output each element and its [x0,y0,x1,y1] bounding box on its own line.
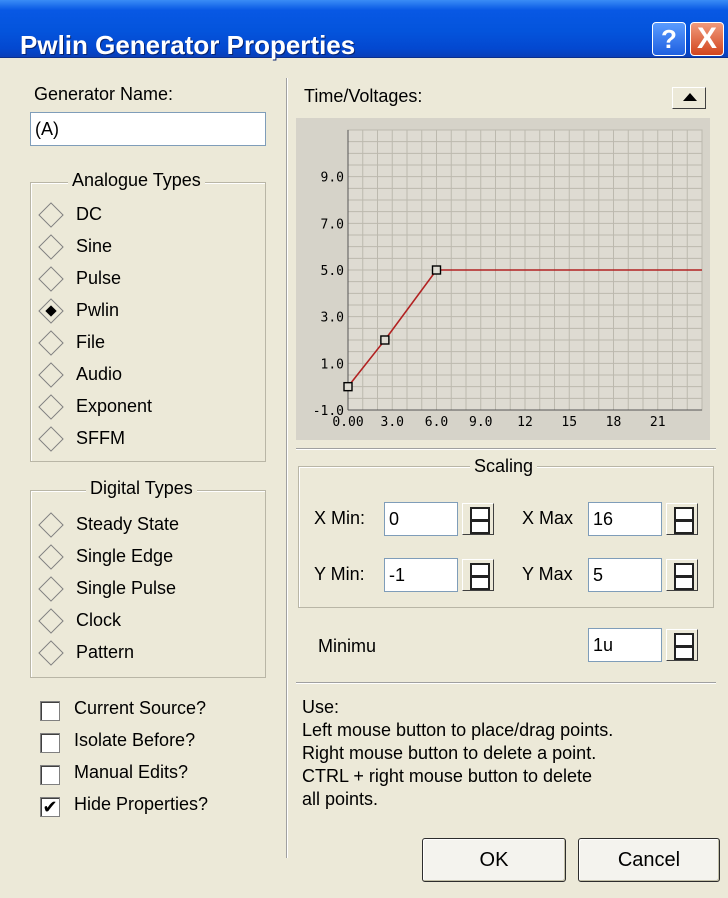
pwlin-graph[interactable]: 0.00 3.0 6.0 9.0 12 15 18 21-1.01.03.05.07.09.0 [296,118,710,440]
y-tick-label: 9.0 [321,171,344,186]
window-title: Pwlin Generator Properties [20,30,356,60]
minimum-spinner[interactable] [666,629,698,661]
usage-divider [296,682,716,684]
time-voltages-label: Time/Voltages: [304,86,423,106]
close-icon: X [696,22,717,55]
generator-name-value: (A) [35,119,59,139]
x-min-spinner[interactable] [462,503,494,535]
x-tick-label: 21 [650,415,666,430]
x-max-label: X Max [522,508,574,528]
x-tick-label: 6.0 [425,415,448,430]
control-point [343,381,353,392]
help-button[interactable]: ? [652,22,686,56]
usage-line: Left mouse button to place/drag points. [302,720,614,740]
analogue-types-title: Analogue Types [68,170,205,191]
radio-label: Single Pulse [76,578,177,598]
minimum-value: 1u [593,635,614,655]
control-point [380,335,390,345]
collapse-graph-button[interactable] [672,87,706,109]
usage-line: Right mouse button to delete a point. [302,743,597,763]
generator-name-label: Generator Name: [34,84,174,104]
x-max-value: 16 [593,509,614,529]
help-icon: ? [661,24,677,54]
checkbox-label: Isolate Before? [74,730,196,750]
checkbox-label: Current Source? [74,698,207,718]
y-tick-label: -1.0 [313,404,344,419]
x-min-input[interactable]: 0 [384,502,458,536]
y-min-spinner[interactable] [462,559,494,591]
radio-label: Audio [76,364,123,384]
y-tick-label: 7.0 [321,217,344,232]
checkbox-box [40,701,60,721]
cancel-button[interactable]: Cancel [578,838,720,882]
y-max-label: Y Max [522,564,573,584]
usage-line: all points. [302,789,379,809]
y-tick-label: 3.0 [321,311,344,326]
y-tick-label: 5.0 [321,264,344,279]
x-tick-label: 12 [517,415,533,430]
radio-label: Pattern [76,642,135,662]
x-tick-label: 9.0 [469,415,492,430]
x-max-input[interactable]: 16 [588,502,662,536]
radio-label: File [76,332,106,352]
graph-divider [296,448,716,450]
digital-types-title: Digital Types [86,478,197,499]
checkbox-label: Manual Edits? [74,762,189,782]
analogue-types-group [30,182,266,462]
checkbox-label: Hide Properties? [74,794,209,814]
x-max-spinner[interactable] [666,503,698,535]
radio-label: Pwlin [76,300,120,320]
x-tick-label: 3.0 [381,415,404,430]
usage-line: Use: [302,697,340,717]
radio-label: Sine [76,236,113,256]
checkbox-box [40,765,60,785]
radio-label: SFFM [76,428,125,448]
radio-label: Pulse [76,268,122,288]
y-max-value: 5 [593,565,604,585]
x-min-label: X Min: [314,508,366,528]
radio-label: Steady State [76,514,180,534]
control-point [431,265,442,275]
y-max-input[interactable]: 5 [588,558,662,592]
generator-name-input[interactable]: (A) [30,112,266,146]
y-max-spinner[interactable] [666,559,698,591]
checkbox-box [40,733,60,753]
x-tick-label: 15 [561,415,577,430]
radio-label: Exponent [76,396,153,416]
radio-label: DC [76,204,102,224]
title-bar: Pwlin Generator Properties ? X [0,0,728,60]
vertical-divider [286,78,288,858]
x-min-value: 0 [389,509,400,529]
y-min-input[interactable]: -1 [384,558,458,592]
close-button[interactable]: X [690,22,724,56]
y-min-label: Y Min: [314,564,365,584]
minimum-input[interactable]: 1u [588,628,662,662]
y-tick-label: 1.0 [321,357,344,372]
x-tick-label: 18 [606,415,622,430]
checkmark-icon: ✔ [40,797,60,817]
radio-label: Clock [76,610,122,630]
usage-instructions: Use: Left mouse button to place/drag poi… [302,696,613,811]
y-min-value: -1 [389,565,406,585]
ok-button[interactable]: OK [422,838,566,882]
radio-label: Single Edge [76,546,174,566]
usage-line: CTRL + right mouse button to delete [302,766,592,786]
minimum-label: Minimu [318,636,377,656]
scaling-title: Scaling [470,456,538,477]
